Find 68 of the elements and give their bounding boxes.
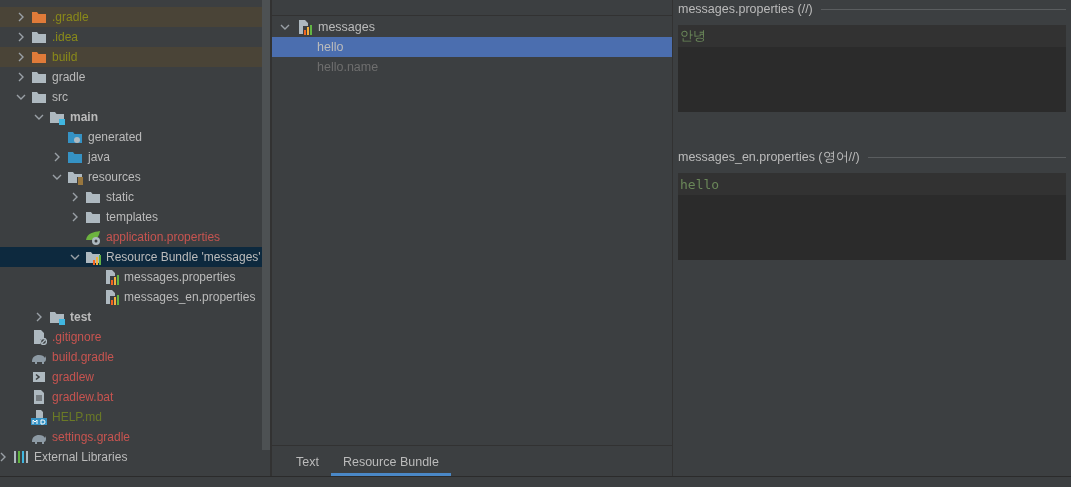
locale-file-title: messages_en.properties (영어//)	[678, 148, 860, 166]
tree-item-label: templates	[106, 210, 159, 224]
tree-row[interactable]: messages.properties	[0, 267, 262, 287]
folder-icon	[31, 29, 47, 45]
tree-item-label: main	[70, 110, 98, 124]
tree-item-label: src	[52, 90, 68, 104]
module-folder-icon	[49, 309, 65, 325]
text-file-icon	[31, 389, 47, 405]
generated-folder-icon	[67, 129, 83, 145]
folder-icon	[31, 9, 47, 25]
resources-folder-icon	[67, 169, 83, 185]
tree-item-label: gradle	[52, 70, 86, 84]
tree-item-label: test	[70, 310, 92, 324]
bundle-name[interactable]: messages	[318, 20, 375, 34]
bundle-file-icon	[296, 19, 312, 35]
tree-row[interactable]: test	[0, 307, 262, 327]
tree-row[interactable]: src	[0, 87, 262, 107]
tree-item-label: External Libraries	[34, 450, 128, 464]
folder-icon	[67, 149, 83, 165]
tree-item-label: static	[106, 190, 134, 204]
folder-icon	[31, 69, 47, 85]
tree-row[interactable]: resources	[0, 167, 262, 187]
tree-row[interactable]: gradle	[0, 67, 262, 87]
folder-icon	[31, 89, 47, 105]
tree-item-label: settings.gradle	[52, 430, 131, 444]
folder-icon	[85, 209, 101, 225]
module-folder-icon	[49, 109, 65, 125]
tree-item-label: HELP.md	[52, 410, 102, 424]
bundle-chart-icon	[85, 249, 101, 265]
tree-item-label: resources	[88, 170, 141, 184]
leaf-gear-icon	[85, 229, 101, 245]
tree-row[interactable]: java	[0, 147, 262, 167]
tree-row[interactable]: .idea	[0, 27, 262, 47]
tree-item-label: messages_en.properties	[124, 290, 256, 304]
folder-icon	[31, 49, 47, 65]
tree-row[interactable]: messages_en.properties	[0, 287, 262, 307]
folder-icon	[85, 189, 101, 205]
tree-row[interactable]: static	[0, 187, 262, 207]
tree-item-label: .gradle	[52, 10, 89, 24]
tree-item-label: build	[52, 50, 78, 64]
value-editor[interactable]: hello	[678, 173, 1066, 260]
tree-row[interactable]: External Libraries	[0, 447, 262, 467]
ignore-file-icon	[31, 329, 47, 345]
tree-item-label: .idea	[52, 30, 79, 44]
tree-row[interactable]: Resource Bundle 'messages'	[0, 247, 262, 267]
value-editor[interactable]: 안녕	[678, 25, 1066, 112]
tree-item-label: java	[88, 150, 110, 164]
tree-item-label: generated	[88, 130, 143, 144]
markdown-file-icon	[31, 409, 47, 425]
libraries-icon	[13, 449, 29, 465]
tree-row[interactable]: main	[0, 107, 262, 127]
tree-item-label: messages.properties	[124, 270, 236, 284]
tree-row[interactable]: templates	[0, 207, 262, 227]
locale-file-title: messages.properties (//)	[678, 2, 813, 16]
bundle-file-icon	[103, 289, 119, 305]
tree-item-label: .gitignore	[52, 330, 102, 344]
property-value: 안녕	[680, 27, 706, 45]
tab[interactable]: Text	[284, 446, 331, 476]
bundle-file-icon	[103, 269, 119, 285]
tree-item-label: gradlew	[52, 370, 95, 384]
tree-item-label: application.properties	[106, 230, 221, 244]
property-value: hello	[680, 176, 720, 192]
tree-item-label: gradlew.bat	[52, 390, 114, 404]
terminal-icon	[31, 369, 47, 385]
tree-row[interactable]: generated	[0, 127, 262, 147]
tree-item-label: build.gradle	[52, 350, 115, 364]
scrollbar[interactable]	[262, 0, 270, 450]
tree-item-label: Resource Bundle 'messages'	[106, 250, 261, 264]
